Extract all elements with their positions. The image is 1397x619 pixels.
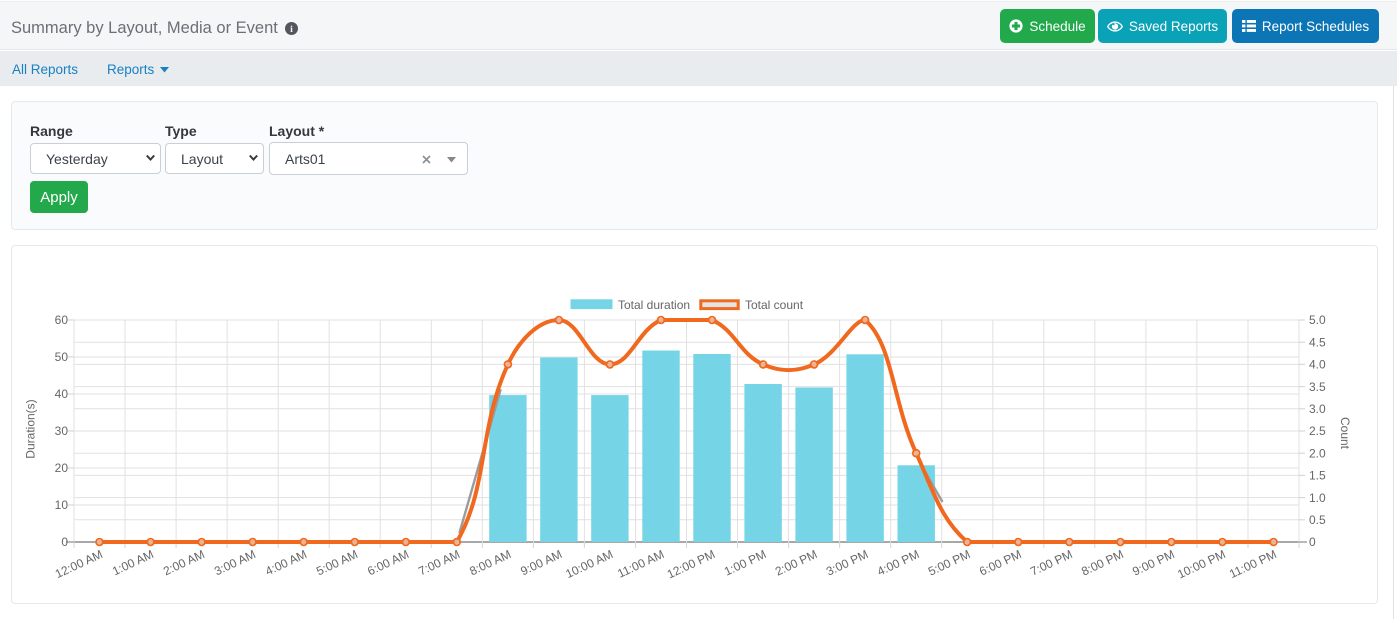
svg-text:12:00 PM: 12:00 PM: [665, 547, 717, 581]
svg-text:7:00 PM: 7:00 PM: [1028, 547, 1074, 579]
svg-text:0: 0: [61, 535, 68, 549]
svg-text:1:00 AM: 1:00 AM: [110, 547, 156, 578]
svg-text:11:00 PM: 11:00 PM: [1227, 547, 1279, 581]
svg-text:8:00 PM: 8:00 PM: [1079, 547, 1125, 579]
svg-text:10: 10: [55, 498, 69, 512]
svg-text:12:00 AM: 12:00 AM: [53, 547, 105, 581]
svg-text:5.0: 5.0: [1309, 313, 1326, 327]
svg-text:40: 40: [55, 387, 69, 401]
svg-text:4.0: 4.0: [1309, 358, 1326, 372]
svg-text:50: 50: [55, 350, 69, 364]
svg-text:6:00 AM: 6:00 AM: [365, 547, 411, 578]
svg-text:Count: Count: [1338, 417, 1352, 450]
svg-text:Duration(s): Duration(s): [24, 399, 38, 458]
svg-text:6:00 PM: 6:00 PM: [977, 547, 1023, 579]
svg-text:1.5: 1.5: [1309, 469, 1326, 483]
svg-text:5:00 PM: 5:00 PM: [926, 547, 972, 579]
svg-text:4.5: 4.5: [1309, 335, 1326, 349]
svg-text:8:00 AM: 8:00 AM: [467, 547, 513, 578]
svg-text:3.0: 3.0: [1309, 402, 1326, 416]
svg-text:3:00 PM: 3:00 PM: [824, 547, 870, 579]
svg-text:10:00 PM: 10:00 PM: [1175, 547, 1227, 581]
svg-text:0.5: 0.5: [1309, 513, 1326, 527]
svg-text:9:00 PM: 9:00 PM: [1130, 547, 1176, 579]
svg-text:9:00 AM: 9:00 AM: [518, 547, 564, 578]
svg-text:11:00 AM: 11:00 AM: [615, 547, 666, 581]
svg-text:2:00 PM: 2:00 PM: [773, 547, 819, 579]
svg-text:5:00 AM: 5:00 AM: [314, 547, 360, 578]
svg-text:1:00 PM: 1:00 PM: [722, 547, 768, 579]
svg-text:2:00 AM: 2:00 AM: [161, 547, 207, 578]
svg-text:20: 20: [55, 461, 69, 475]
svg-text:3.5: 3.5: [1309, 380, 1326, 394]
svg-text:1.0: 1.0: [1309, 491, 1326, 505]
svg-text:2.0: 2.0: [1309, 446, 1326, 460]
svg-text:60: 60: [55, 313, 69, 327]
svg-text:Total duration: Total duration: [618, 298, 690, 312]
svg-text:4:00 PM: 4:00 PM: [875, 547, 921, 579]
svg-text:3:00 AM: 3:00 AM: [212, 547, 258, 578]
svg-text:10:00 AM: 10:00 AM: [563, 547, 615, 581]
svg-text:0: 0: [1309, 535, 1316, 549]
svg-text:Total count: Total count: [745, 298, 804, 312]
svg-text:30: 30: [55, 424, 69, 438]
svg-text:7:00 AM: 7:00 AM: [416, 547, 462, 578]
svg-text:4:00 AM: 4:00 AM: [263, 547, 309, 578]
svg-text:2.5: 2.5: [1309, 424, 1326, 438]
